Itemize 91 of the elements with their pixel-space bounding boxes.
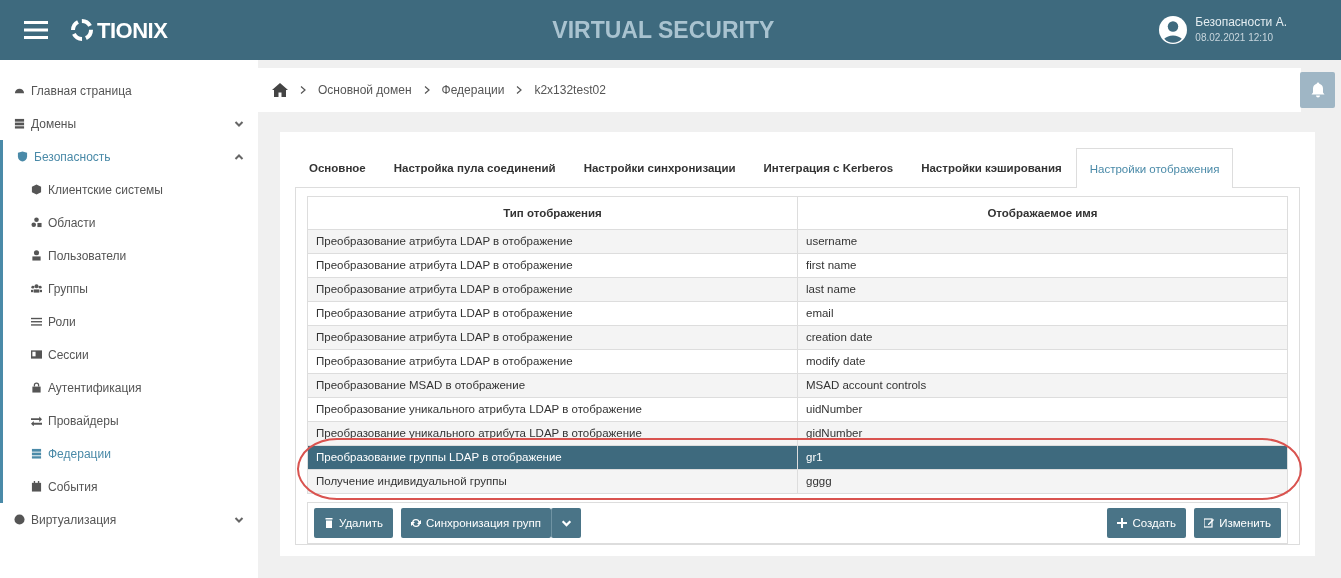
tab[interactable]: Основное <box>295 148 380 188</box>
table-cell: email <box>797 301 1288 326</box>
table-cell: Преобразование группы LDAP в отображение <box>307 445 798 470</box>
column-header: Отображаемое имя <box>797 196 1288 230</box>
tab[interactable]: Настройки отображения <box>1075 148 1234 189</box>
logo-text: TIONIX <box>97 16 168 45</box>
exchange-icon <box>31 415 42 426</box>
app-title: VIRTUAL SECURITY <box>552 16 775 43</box>
sidebar-item[interactable]: Области <box>3 206 258 239</box>
chevron-right-icon <box>300 86 306 94</box>
id-card-icon <box>31 349 42 360</box>
table-cell: Преобразование MSAD в отображение <box>307 373 798 398</box>
chevron-right-icon <box>516 86 523 94</box>
table-cell: Преобразование атрибута LDAP в отображение <box>307 301 798 326</box>
create-button[interactable]: Создать <box>1107 508 1187 539</box>
tab[interactable]: Настройки кэширования <box>907 148 1076 188</box>
table-cell: first name <box>797 253 1288 278</box>
table-row[interactable]: Преобразование атрибута LDAP в отображение creation date <box>307 325 1288 350</box>
sidebar-item[interactable]: События <box>3 470 258 503</box>
sidebar-item[interactable]: Безопасность <box>3 140 258 173</box>
refresh-icon <box>410 518 421 529</box>
list-icon <box>31 316 42 327</box>
column-header: Тип отображения <box>307 196 798 230</box>
plus-icon <box>1117 518 1128 529</box>
shield-icon <box>17 151 28 162</box>
user-name: Безопасности А. <box>1195 15 1287 30</box>
table-cell: creation date <box>797 325 1288 350</box>
tab[interactable]: Настройка пула соединений <box>379 148 570 188</box>
table-cell: Преобразование уникального атрибута LDAP в отображение <box>307 397 798 422</box>
delete-button[interactable]: Удалить <box>314 508 393 539</box>
home-link[interactable] <box>272 83 288 97</box>
sidebar-item[interactable]: Сессии <box>3 338 258 371</box>
menu-button[interactable] <box>24 20 48 40</box>
table-cell: gr1 <box>797 445 1288 470</box>
edit-button[interactable]: Изменить <box>1194 508 1281 539</box>
bell-icon <box>1310 82 1325 98</box>
sidebar-item[interactable]: Виртуализация <box>0 503 258 536</box>
tab[interactable]: Интеграция с Kerberos <box>749 148 908 188</box>
menu-icon <box>24 20 48 40</box>
sidebar-item[interactable]: Домены <box>0 107 258 140</box>
lock-icon <box>31 382 42 393</box>
table-cell: Преобразование атрибута LDAP в отображение <box>307 277 798 302</box>
table-cell: Преобразование атрибута LDAP в отображение <box>307 325 798 350</box>
table-cell: MSAD account controls <box>797 373 1288 398</box>
users-icon <box>31 283 42 294</box>
table-cell: Преобразование атрибута LDAP в отображение <box>307 253 798 278</box>
breadcrumb-item[interactable]: Основной домен <box>318 81 412 99</box>
sidebar-item[interactable]: Главная страница <box>0 74 258 107</box>
table-row[interactable]: Преобразование уникального атрибута LDAP в отображение uidNumber <box>307 397 1288 422</box>
table-row[interactable]: Преобразование атрибута LDAP в отображение first name <box>307 253 1288 278</box>
table-row[interactable]: Получение индивидуальной группы gggg <box>307 469 1288 494</box>
table-row[interactable]: Преобразование группы LDAP в отображение gr1 <box>307 445 1288 470</box>
table-cell: Получение индивидуальной группы <box>307 469 798 494</box>
tab[interactable]: Настройки синхронизации <box>569 148 750 188</box>
table-cell: Преобразование атрибута LDAP в отображение <box>307 229 798 254</box>
table-row[interactable]: Преобразование уникального атрибута LDAP в отображение gidNumber <box>307 421 1288 446</box>
table-row[interactable]: Преобразование атрибута LDAP в отображение email <box>307 301 1288 326</box>
user-icon <box>31 250 42 261</box>
logo-icon <box>70 18 94 42</box>
home-icon <box>272 83 288 97</box>
sidebar-item[interactable]: Аутентификация <box>3 371 258 404</box>
table-cell: last name <box>797 277 1288 302</box>
breadcrumb-item[interactable]: Федерации <box>441 81 505 99</box>
table-cell: modify date <box>797 349 1288 374</box>
sidebar-item[interactable]: Группы <box>3 272 258 305</box>
sidebar-item[interactable]: Пользователи <box>3 239 258 272</box>
user-avatar-icon <box>1159 16 1188 44</box>
chevron-right-icon <box>423 86 430 94</box>
table-cell: username <box>797 229 1288 254</box>
trash-icon <box>324 518 334 529</box>
sidebar-item[interactable]: Федерации <box>3 437 258 470</box>
table-cell: uidNumber <box>797 397 1288 422</box>
table-row[interactable]: Преобразование атрибута LDAP в отображение username <box>307 229 1288 254</box>
login-datetime: 08.02.2021 12:10 <box>1195 30 1275 45</box>
shapes-icon <box>31 217 42 228</box>
calendar-icon <box>31 481 42 492</box>
cube-icon <box>31 184 42 195</box>
edit-icon <box>1204 518 1215 529</box>
table-cell: Преобразование атрибута LDAP в отображение <box>307 349 798 374</box>
sidebar-item[interactable]: Клиентские системы <box>3 173 258 206</box>
dropdown-button[interactable] <box>551 508 582 539</box>
table-row[interactable]: Преобразование MSAD в отображение MSAD account controls <box>307 373 1288 398</box>
sync-button[interactable]: Синхронизация групп <box>400 508 552 539</box>
database-icon <box>31 448 42 459</box>
table-row[interactable]: Преобразование атрибута LDAP в отображение modify date <box>307 349 1288 374</box>
breadcrumb-item: k2x132test02 <box>534 82 606 99</box>
table-cell: gggg <box>797 469 1288 494</box>
sidebar-item[interactable]: Провайдеры <box>3 404 258 437</box>
database-icon <box>14 118 25 129</box>
table-row[interactable]: Преобразование атрибута LDAP в отображение last name <box>307 277 1288 302</box>
sidebar-item[interactable]: Роли <box>3 305 258 338</box>
